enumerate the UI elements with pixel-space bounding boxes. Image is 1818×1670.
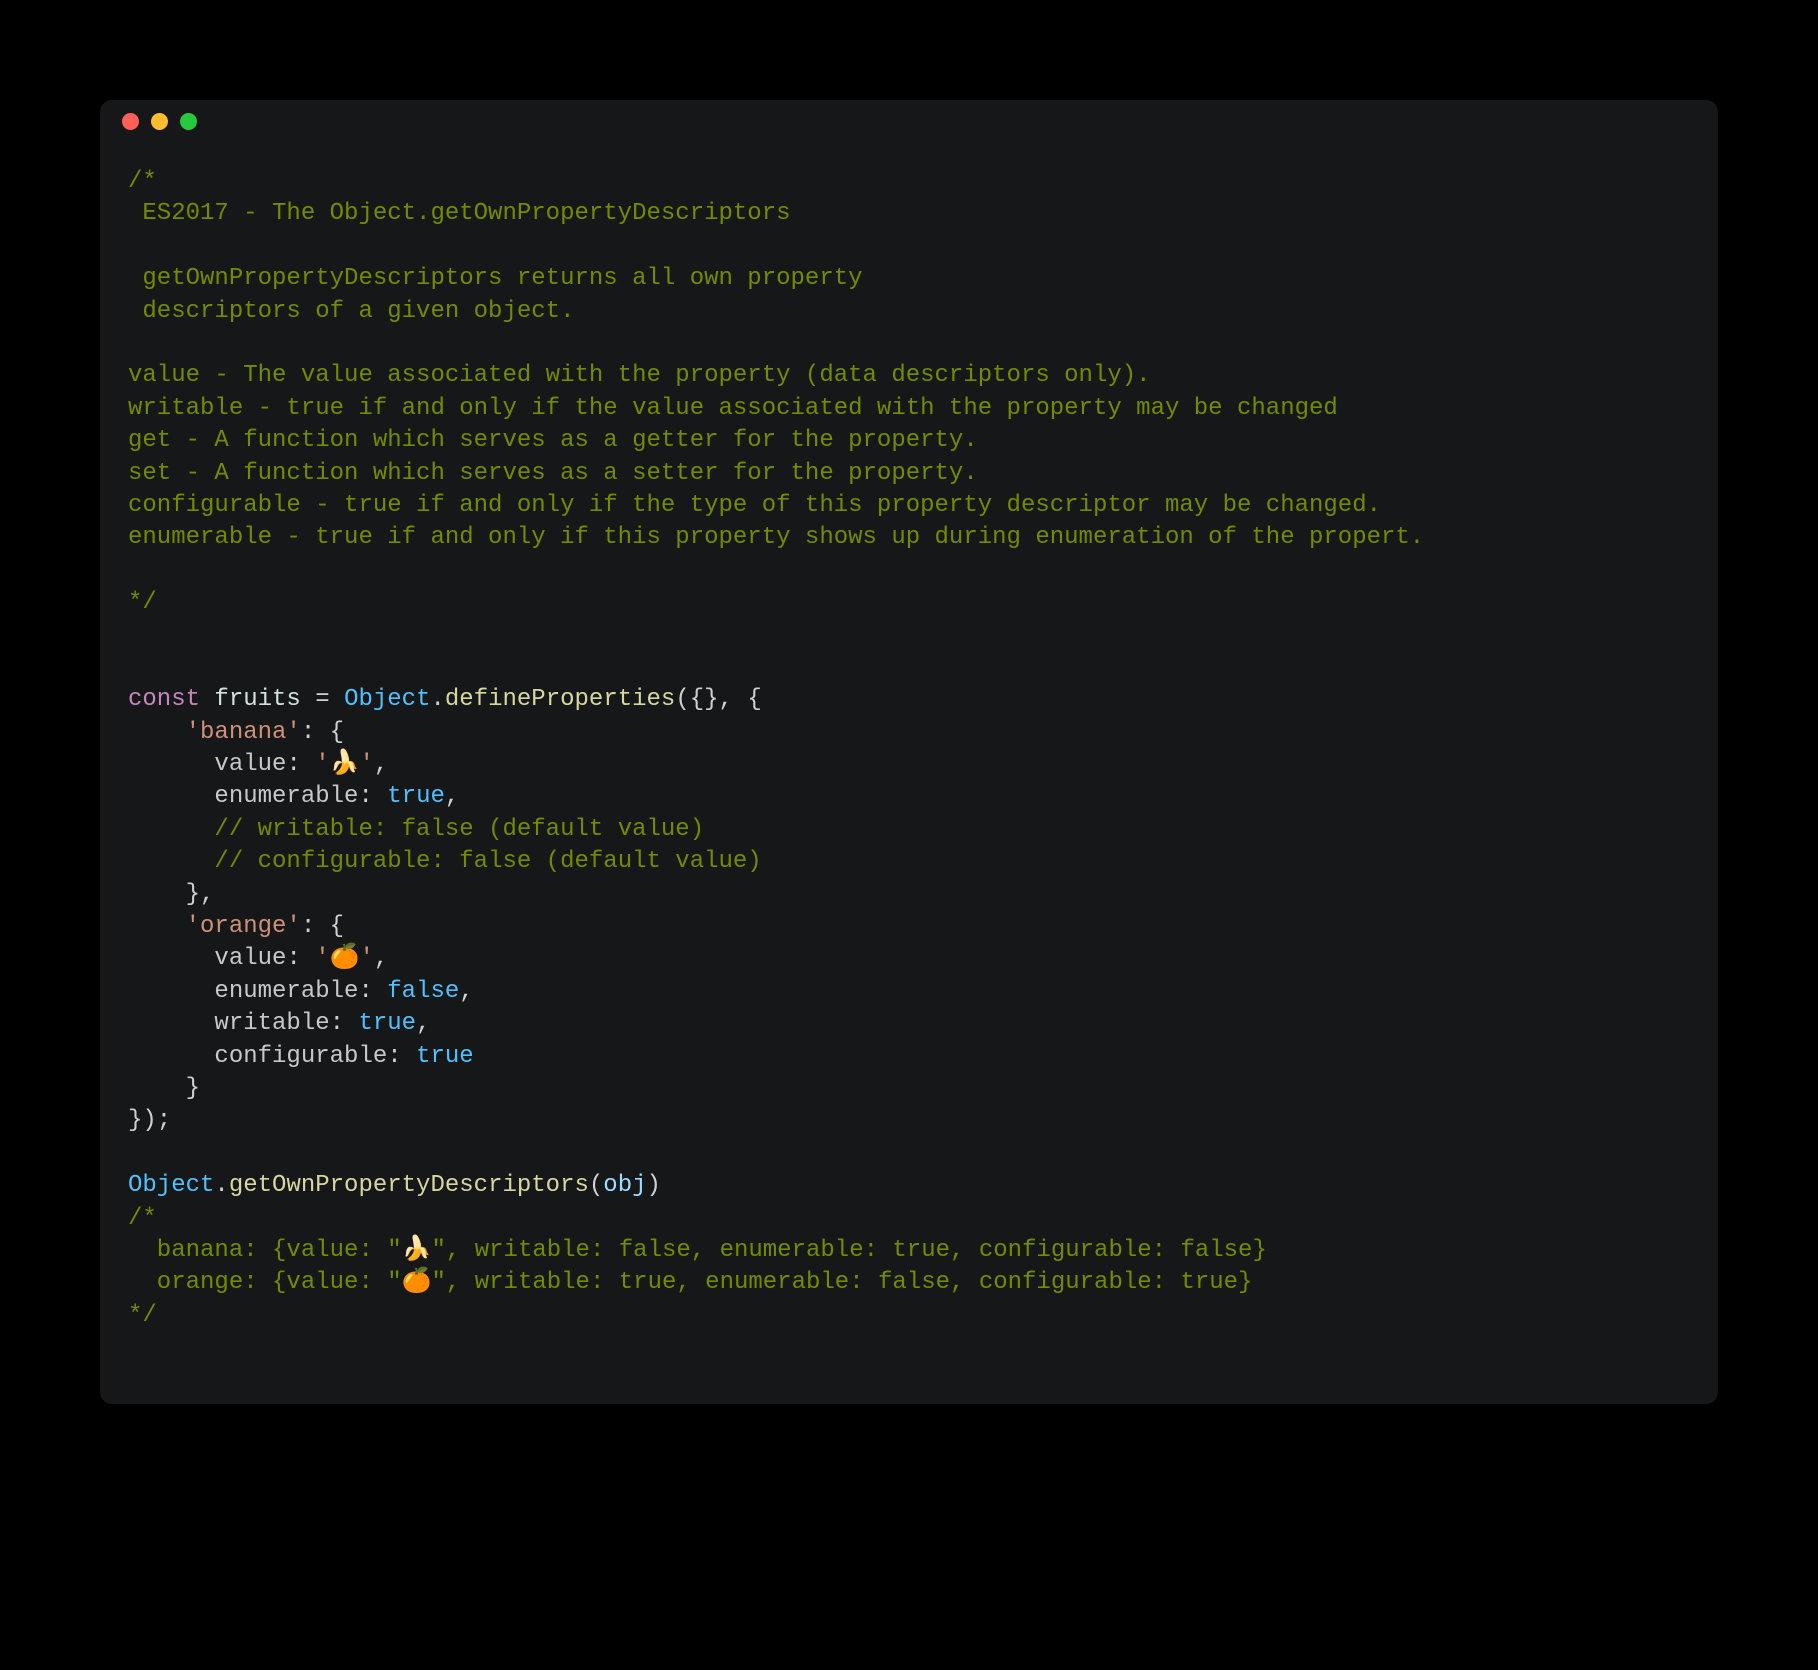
- bool-false: false: [387, 978, 459, 1005]
- fn-getownpropertydescriptors: getOwnPropertyDescriptors: [229, 1172, 589, 1199]
- bool-true: true: [358, 1010, 416, 1037]
- key-banana: 'banana': [186, 719, 301, 746]
- comment-line: set - A function which serves as a sette…: [128, 460, 978, 487]
- minimize-icon[interactable]: [151, 113, 168, 130]
- window-titlebar: [100, 100, 1718, 142]
- comment-inline: // configurable: false (default value): [214, 848, 761, 875]
- colon: :: [358, 978, 387, 1005]
- close-call: });: [128, 1107, 171, 1134]
- comma: ,: [374, 945, 388, 972]
- value-banana: '🍌': [315, 751, 374, 778]
- label-writable: writable: [214, 1010, 329, 1037]
- comma: ,: [416, 1010, 430, 1037]
- dot: .: [214, 1172, 228, 1199]
- comment-line: ES2017 - The Object.getOwnPropertyDescri…: [128, 200, 791, 227]
- param-obj: obj: [603, 1172, 646, 1199]
- label-enumerable: enumerable: [214, 783, 358, 810]
- comment-line: orange: {value: "🍊", writable: true, enu…: [128, 1269, 1252, 1296]
- paren-open: (: [589, 1172, 603, 1199]
- comment-line: getOwnPropertyDescriptors returns all ow…: [128, 265, 863, 292]
- zoom-icon[interactable]: [180, 113, 197, 130]
- comma: ,: [459, 978, 473, 1005]
- assign: =: [301, 686, 344, 713]
- comment-block-open: /*: [128, 168, 157, 195]
- value-orange: '🍊': [315, 945, 374, 972]
- paren-close: ): [647, 1172, 661, 1199]
- label-enumerable: enumerable: [214, 978, 358, 1005]
- comment-inline: // writable: false (default value): [214, 816, 704, 843]
- ident-fruits: fruits: [214, 686, 300, 713]
- dot: .: [430, 686, 444, 713]
- call-open: ({}, {: [675, 686, 761, 713]
- code-window: /* ES2017 - The Object.getOwnPropertyDes…: [100, 100, 1718, 1404]
- bool-true: true: [416, 1043, 474, 1070]
- class-object: Object: [344, 686, 430, 713]
- bool-true: true: [387, 783, 445, 810]
- label-value: value: [214, 945, 286, 972]
- comment-line: enumerable - true if and only if this pr…: [128, 524, 1424, 551]
- label-configurable: configurable: [214, 1043, 387, 1070]
- colon-brace: : {: [301, 913, 344, 940]
- colon: :: [286, 751, 315, 778]
- comment-line: get - A function which serves as a gette…: [128, 427, 978, 454]
- comment-line: value - The value associated with the pr…: [128, 362, 1151, 389]
- close-brace-comma: },: [186, 881, 215, 908]
- colon: :: [330, 1010, 359, 1037]
- colon: :: [286, 945, 315, 972]
- comment-block-close: */: [128, 589, 157, 616]
- class-object: Object: [128, 1172, 214, 1199]
- colon-brace: : {: [301, 719, 344, 746]
- close-icon[interactable]: [122, 113, 139, 130]
- keyword-const: const: [128, 686, 200, 713]
- comment-line: configurable - true if and only if the t…: [128, 492, 1381, 519]
- comma: ,: [445, 783, 459, 810]
- comment-block-open: /*: [128, 1205, 157, 1232]
- comment-line: banana: {value: "🍌", writable: false, en…: [128, 1237, 1267, 1264]
- label-value: value: [214, 751, 286, 778]
- close-brace: }: [186, 1075, 200, 1102]
- colon: :: [358, 783, 387, 810]
- comment-line: writable - true if and only if the value…: [128, 395, 1338, 422]
- comment-line: descriptors of a given object.: [128, 298, 574, 325]
- code-area: /* ES2017 - The Object.getOwnPropertyDes…: [100, 142, 1718, 1360]
- colon: :: [387, 1043, 416, 1070]
- key-orange: 'orange': [186, 913, 301, 940]
- comma: ,: [374, 751, 388, 778]
- comment-block-close: */: [128, 1302, 157, 1329]
- fn-defineproperties: defineProperties: [445, 686, 675, 713]
